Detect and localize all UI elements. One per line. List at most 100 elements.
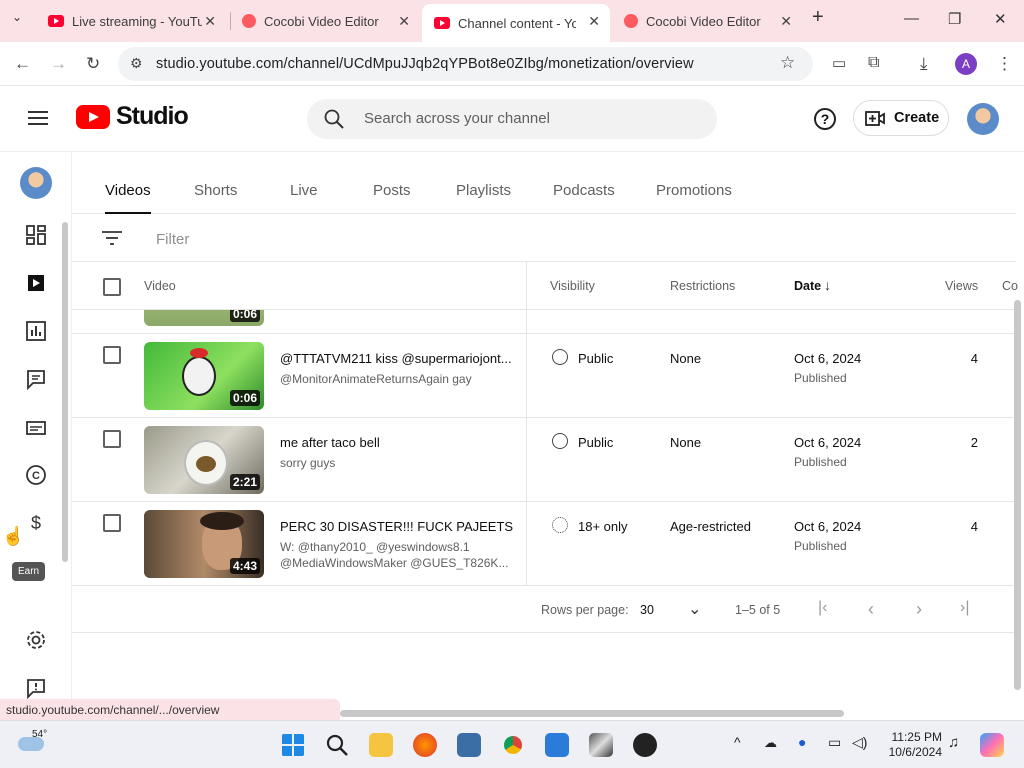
tab-live[interactable]: Live (290, 182, 318, 199)
close-icon[interactable]: ✕ (588, 13, 600, 30)
cast-icon[interactable]: ▭ (832, 54, 846, 72)
youtube-logo-icon[interactable] (76, 105, 110, 129)
microphone-icon[interactable]: ● (798, 734, 806, 750)
reload-icon[interactable]: ↻ (86, 54, 100, 74)
horizontal-scrollbar[interactable] (340, 710, 844, 717)
chrome-icon[interactable] (501, 733, 525, 757)
video-thumbnail[interactable]: 4:43 (144, 510, 264, 578)
table-row[interactable]: 4:43 PERC 30 DISASTER!!! FUCK PAJEETS W:… (72, 502, 1016, 586)
copilot-icon[interactable] (980, 733, 1004, 757)
taskbar-search-icon[interactable] (325, 733, 349, 757)
table-row[interactable]: 2:21 me after taco bell sorry guys Publi… (72, 418, 1016, 502)
browser-tab-active[interactable]: Channel content - YouTube ✕ (422, 4, 610, 42)
account-avatar[interactable] (967, 103, 999, 135)
tab-shorts[interactable]: Shorts (194, 182, 237, 199)
browser-tab[interactable]: Live streaming - YouTube ✕ (36, 4, 226, 38)
tab-posts[interactable]: Posts (373, 182, 411, 199)
header-views[interactable]: Views (945, 279, 978, 293)
row-checkbox[interactable] (103, 514, 121, 532)
filter-icon[interactable] (102, 231, 122, 245)
app-icon[interactable] (589, 733, 613, 757)
studio-brand[interactable]: Studio (116, 102, 189, 131)
window-close-icon[interactable]: ✕ (994, 10, 1007, 28)
menu-kebab-icon[interactable]: ⋮ (996, 54, 1013, 74)
copyright-icon[interactable]: C (25, 464, 47, 486)
extensions-icon[interactable]: ⧉ (868, 54, 879, 72)
tab-podcasts[interactable]: Podcasts (553, 182, 615, 199)
header-comments[interactable]: Co (1002, 279, 1018, 293)
new-tab-button[interactable]: + (812, 6, 824, 29)
header-restrictions[interactable]: Restrictions (670, 279, 735, 293)
dashboard-icon[interactable] (25, 224, 47, 246)
profile-avatar[interactable]: A (955, 53, 977, 75)
search-box[interactable]: Search across your channel (307, 99, 717, 139)
url-field[interactable]: ⚙ studio.youtube.com/channel/UCdMpuJJqb2… (118, 47, 813, 81)
feedback-icon[interactable] (25, 677, 47, 699)
bookmark-star-icon[interactable]: ☆ (780, 53, 795, 73)
firefox-icon[interactable] (413, 733, 437, 757)
site-info-icon[interactable]: ⚙ (130, 55, 143, 72)
visibility-value[interactable]: 18+ only (578, 519, 628, 534)
visibility-value[interactable]: Public (578, 351, 613, 366)
video-thumbnail[interactable]: 2:21 (144, 426, 264, 494)
first-page-icon[interactable]: |‹ (818, 599, 827, 617)
app-icon[interactable] (457, 733, 481, 757)
tab-search-chevron-icon[interactable]: ⌄ (12, 10, 22, 24)
volume-icon[interactable]: ◁) (852, 734, 867, 751)
video-thumbnail[interactable]: 0:06 (144, 342, 264, 410)
windows-start-icon[interactable] (281, 733, 305, 757)
sort-down-arrow-icon[interactable]: ↓ (824, 277, 831, 293)
notepad-icon[interactable] (545, 733, 569, 757)
video-thumbnail[interactable]: 0:06 (144, 310, 264, 326)
help-icon[interactable]: ? (814, 108, 836, 130)
minimize-icon[interactable]: — (904, 10, 919, 27)
show-hidden-icons-chevron-icon[interactable]: ^ (734, 734, 741, 750)
video-title[interactable]: me after taco bell (280, 435, 516, 450)
select-all-checkbox[interactable] (103, 278, 121, 296)
app-icon[interactable] (633, 733, 657, 757)
display-icon[interactable]: ▭ (828, 734, 841, 751)
next-page-icon[interactable]: › (916, 599, 922, 620)
tab-promotions[interactable]: Promotions (656, 182, 732, 199)
browser-tab[interactable]: Cocobi Video Editor ✕ (612, 4, 802, 38)
system-clock[interactable]: 11:25 PM 10/6/2024 (880, 730, 942, 760)
subtitles-icon[interactable] (25, 417, 47, 439)
channel-avatar[interactable] (20, 167, 52, 199)
sidebar-scrollbar[interactable] (62, 222, 68, 562)
notification-bell-icon[interactable]: ♫ (948, 734, 959, 751)
row-checkbox[interactable] (103, 430, 121, 448)
header-visibility[interactable]: Visibility (550, 279, 595, 293)
table-row-partial[interactable]: 0:06 (72, 310, 1016, 334)
back-icon[interactable]: ← (14, 54, 31, 74)
close-icon[interactable]: ✕ (204, 13, 216, 30)
filter-bar[interactable]: Filter (72, 214, 1016, 262)
forward-icon[interactable]: → (50, 54, 67, 74)
comments-icon[interactable] (25, 368, 47, 390)
earn-dollar-icon[interactable]: $ (25, 512, 47, 534)
content-icon[interactable] (25, 272, 47, 294)
prev-page-icon[interactable]: ‹ (868, 599, 874, 620)
create-button[interactable]: Create (853, 100, 949, 136)
close-icon[interactable]: ✕ (398, 13, 410, 30)
rows-per-page-value[interactable]: 30 (640, 603, 654, 617)
restore-icon[interactable]: ❐ (948, 10, 961, 28)
download-icon[interactable]: ⤓ (920, 54, 928, 74)
network-icon[interactable]: ☁ (764, 735, 777, 751)
hamburger-menu-icon[interactable] (28, 111, 48, 125)
close-icon[interactable]: ✕ (780, 13, 792, 30)
last-page-icon[interactable]: ›| (960, 599, 969, 617)
table-row[interactable]: 0:06 @TTTATVM211 kiss @supermariojont...… (72, 334, 1016, 418)
tab-videos[interactable]: Videos (105, 182, 151, 214)
chevron-down-icon[interactable]: ⌄ (688, 599, 701, 619)
content-scrollbar[interactable] (1014, 300, 1021, 690)
file-explorer-icon[interactable] (369, 733, 393, 757)
visibility-value[interactable]: Public (578, 435, 613, 450)
settings-gear-icon[interactable] (25, 629, 47, 651)
header-date[interactable]: Date (794, 279, 821, 293)
analytics-icon[interactable] (25, 320, 47, 342)
row-checkbox[interactable] (103, 346, 121, 364)
tab-playlists[interactable]: Playlists (456, 182, 511, 199)
browser-tab[interactable]: Cocobi Video Editor ✕ (230, 4, 420, 38)
video-title[interactable]: PERC 30 DISASTER!!! FUCK PAJEETS (280, 519, 516, 534)
video-title[interactable]: @TTTATVM211 kiss @supermariojont... (280, 351, 516, 366)
